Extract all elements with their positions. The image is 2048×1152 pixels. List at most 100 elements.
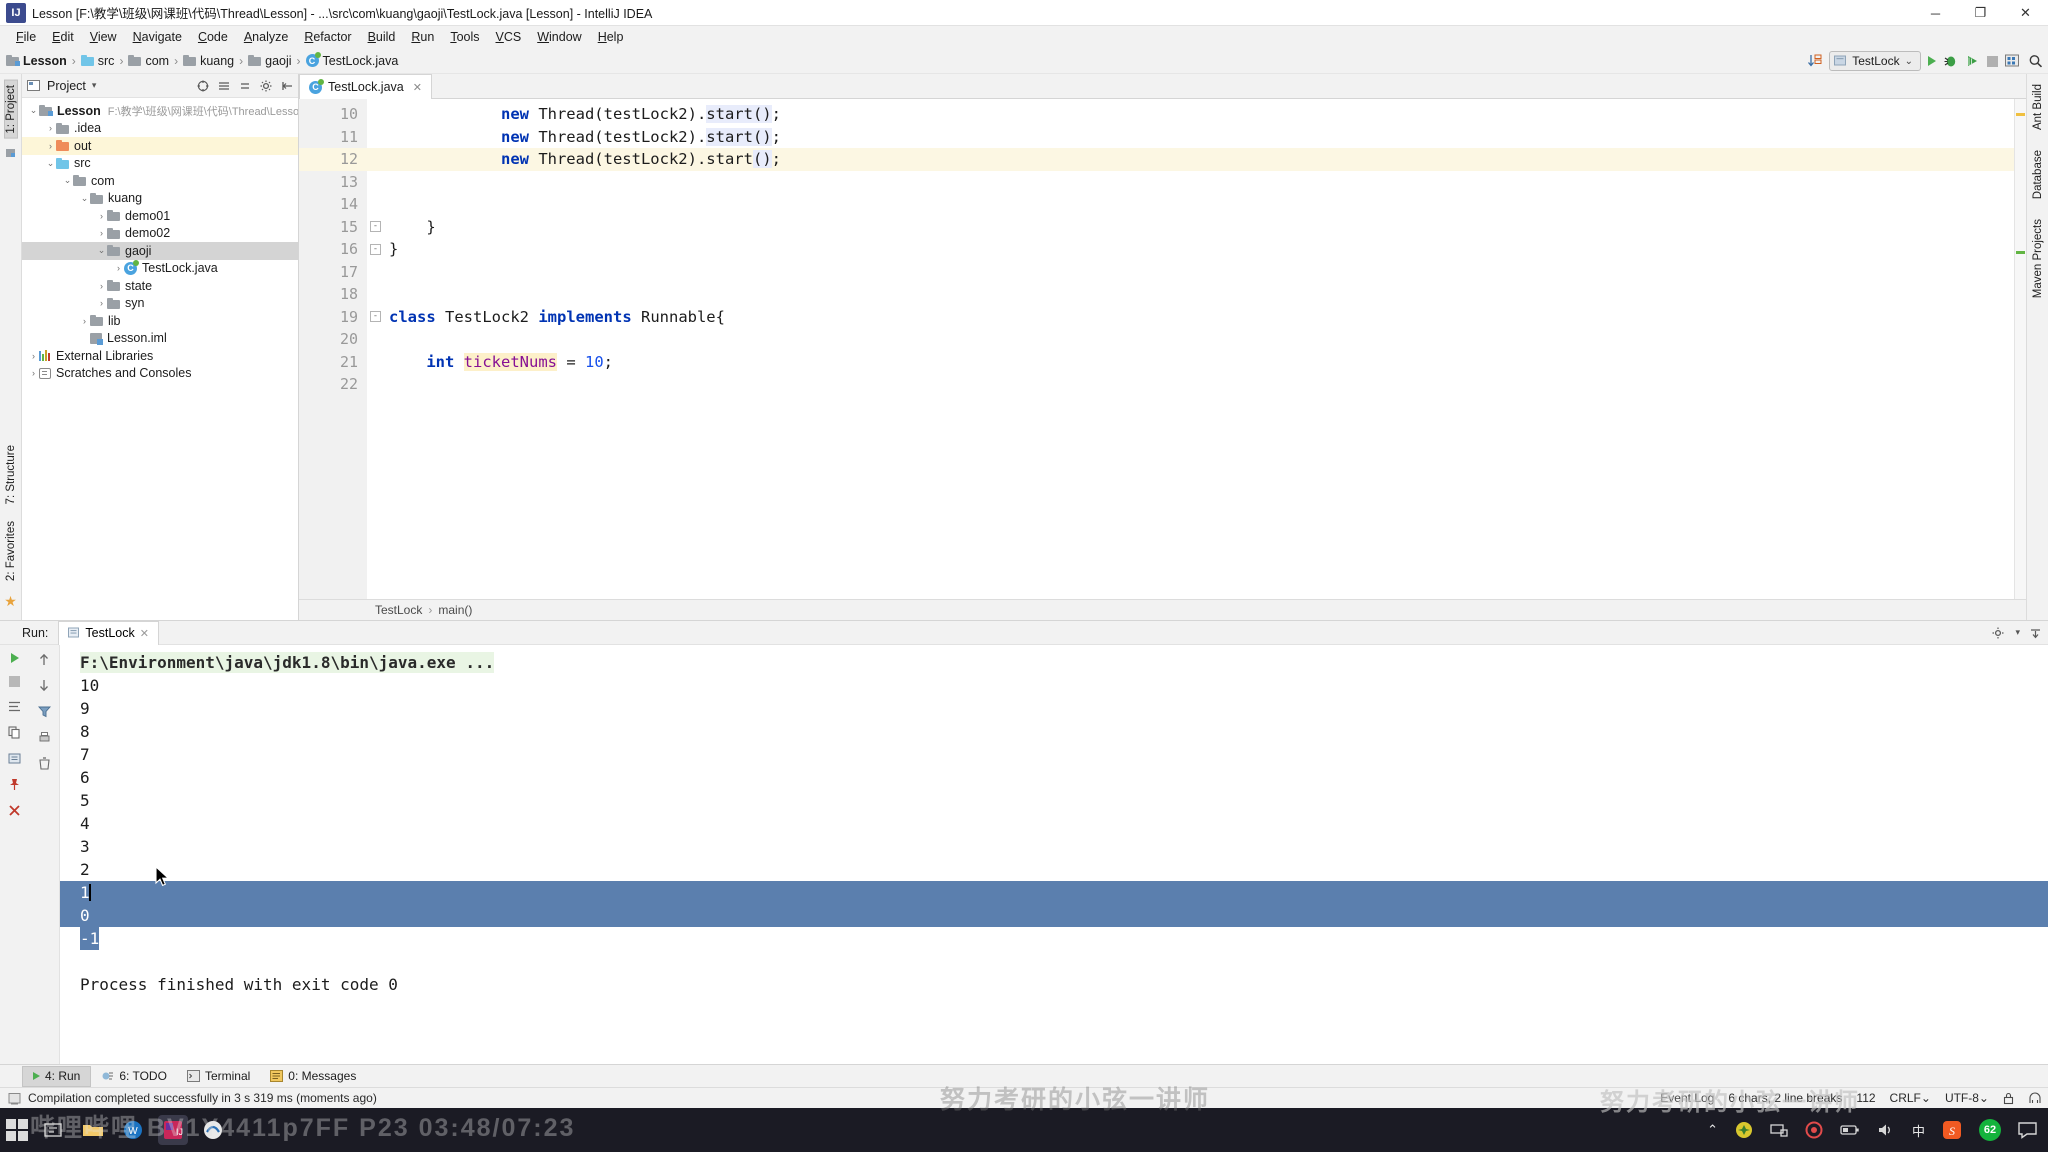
project-tree[interactable]: ⌄ Lesson F:\教学\班级\网课班\代码\Thread\Lesson › .id… [22,98,298,620]
chevron-icon[interactable]: › [96,298,107,308]
lock-icon[interactable] [2003,1092,2014,1105]
chevron-up-icon[interactable]: ⌃ [1707,1122,1718,1138]
console-output[interactable]: F:\Environment\java\jdk1.8\bin\java.exe … [60,645,2048,1064]
breadcrumb-item-src[interactable]: src [80,54,114,68]
chevron-icon[interactable]: ⌄ [28,105,39,116]
stop-icon[interactable] [9,676,21,687]
editor-scrollbar[interactable] [2004,99,2013,599]
code-line[interactable] [367,261,2026,284]
code-line[interactable]: } [367,216,2026,239]
chevron-icon[interactable]: › [79,316,90,326]
status-path-method[interactable]: main() [438,603,472,617]
line-number[interactable]: 20 [299,328,367,351]
editor-body[interactable]: 10 11 12 13 14 15-16-17 18 19-20 21 22 new Thread… [299,99,2026,599]
soft-wrap-icon[interactable] [8,700,21,713]
menu-item-edit[interactable]: Edit [44,28,82,46]
line-number[interactable]: 10 [299,103,367,126]
editor-marker-bar[interactable] [2014,99,2026,599]
scroll-up-icon[interactable] [38,653,50,666]
line-number[interactable]: 17 [299,261,367,284]
gear-icon[interactable] [1992,627,2005,639]
line-number[interactable]: 19- [299,306,381,329]
caret-position[interactable]: 112 [1856,1091,1875,1105]
menu-item-refactor[interactable]: Refactor [296,28,359,46]
idea-icon[interactable]: IJ [158,1115,188,1145]
menu-item-file[interactable]: File [8,28,44,46]
chevron-down-icon[interactable]: ▾ [2015,627,2020,638]
breadcrumb-item-com[interactable]: com [128,54,169,68]
hide-icon[interactable] [2030,627,2042,639]
browser-icon[interactable] [198,1115,228,1145]
tree-node-external-libraries[interactable]: › External Libraries [22,347,298,365]
info-marker[interactable] [2016,251,2025,254]
line-number[interactable]: 16- [299,238,381,261]
close-icon[interactable] [8,804,21,817]
menu-item-window[interactable]: Window [529,28,589,46]
line-number[interactable]: 14 [299,193,367,216]
tree-node--idea[interactable]: › .idea [22,120,298,138]
menu-item-code[interactable]: Code [190,28,236,46]
tree-node-gaoji[interactable]: ⌄ gaoji [22,242,298,260]
line-number[interactable]: 11 [299,126,367,149]
export-icon[interactable] [8,752,21,765]
chevron-icon[interactable]: › [45,141,56,151]
code-line[interactable] [367,373,2026,396]
tool-window-button-4-run[interactable]: 4: Run [22,1065,92,1087]
line-number[interactable]: 22 [299,373,367,396]
close-button[interactable]: ✕ [2003,0,2048,26]
code-line[interactable] [367,171,2026,194]
line-number[interactable]: 13 [299,171,367,194]
clear-all-icon[interactable] [38,757,51,770]
tree-node-kuang[interactable]: ⌄ kuang [22,190,298,208]
chevron-icon[interactable]: ⌄ [96,245,107,256]
menu-item-analyze[interactable]: Analyze [236,28,296,46]
chevron-icon[interactable]: › [96,228,107,238]
record-icon[interactable] [1805,1121,1823,1139]
pin-icon[interactable] [8,778,21,791]
run-configuration-selector[interactable]: TestLock ⌄ [1829,51,1921,71]
editor-tab-testlock[interactable]: C TestLock.java ✕ [299,74,432,99]
menu-item-run[interactable]: Run [403,28,442,46]
notification-icon[interactable] [2018,1121,2038,1139]
close-icon[interactable]: ✕ [140,627,149,640]
chevron-icon[interactable]: › [28,351,39,361]
wps-icon[interactable]: W [118,1115,148,1145]
network-icon[interactable] [1770,1122,1788,1138]
sogou-icon[interactable]: S [1942,1120,1962,1140]
code-line[interactable] [367,283,2026,306]
code-line[interactable]: new Thread(testLock2).start(); [367,148,2026,171]
status-path-class[interactable]: TestLock [375,603,422,617]
chevron-icon[interactable]: › [96,281,107,291]
minimize-button[interactable]: ─ [1913,0,1958,26]
code-line[interactable]: new Thread(testLock2).start(); [367,103,2026,126]
chevron-icon[interactable]: ⌄ [79,193,90,204]
breadcrumb-item-gaoji[interactable]: gaoji [248,54,292,68]
ime-indicator[interactable]: 中 [1912,1121,1925,1140]
code-content[interactable]: new Thread(testLock2).start(); new Threa… [367,99,2026,599]
line-separator[interactable]: CRLF⌄ [1890,1091,1931,1105]
event-log-label[interactable]: Event Log [1660,1091,1714,1105]
tool-window-button-structure[interactable]: 7: Structure [5,441,17,508]
scroll-down-icon[interactable] [38,679,50,692]
windows-start-icon[interactable] [6,1119,28,1141]
tree-node-testlock-java[interactable]: › C TestLock.java [22,259,298,278]
print-icon[interactable] [38,731,51,744]
line-number[interactable]: 18 [299,283,367,306]
maximize-button[interactable]: ❐ [1958,0,2003,26]
tree-node-lesson-iml[interactable]: Lesson.iml [22,330,298,348]
collapse-all-icon[interactable] [239,80,251,92]
close-icon[interactable]: ✕ [413,81,422,94]
copy-icon[interactable] [8,726,21,739]
chevron-icon[interactable]: › [28,368,39,378]
menu-item-build[interactable]: Build [360,28,404,46]
code-line[interactable] [367,328,2026,351]
code-line[interactable]: class TestLock2 implements Runnable{ [367,306,2026,329]
tool-window-button-terminal[interactable]: Terminal [177,1066,260,1087]
hector-icon[interactable] [2028,1092,2042,1105]
tool-window-button-favorites[interactable]: 2: Favorites [5,517,17,585]
tool-window-button-database[interactable]: Database [2032,146,2044,203]
scroll-from-source-icon[interactable] [197,80,209,92]
hide-icon[interactable] [282,80,294,92]
search-everywhere-icon[interactable] [2028,54,2044,68]
tree-node-demo01[interactable]: › demo01 [22,207,298,225]
